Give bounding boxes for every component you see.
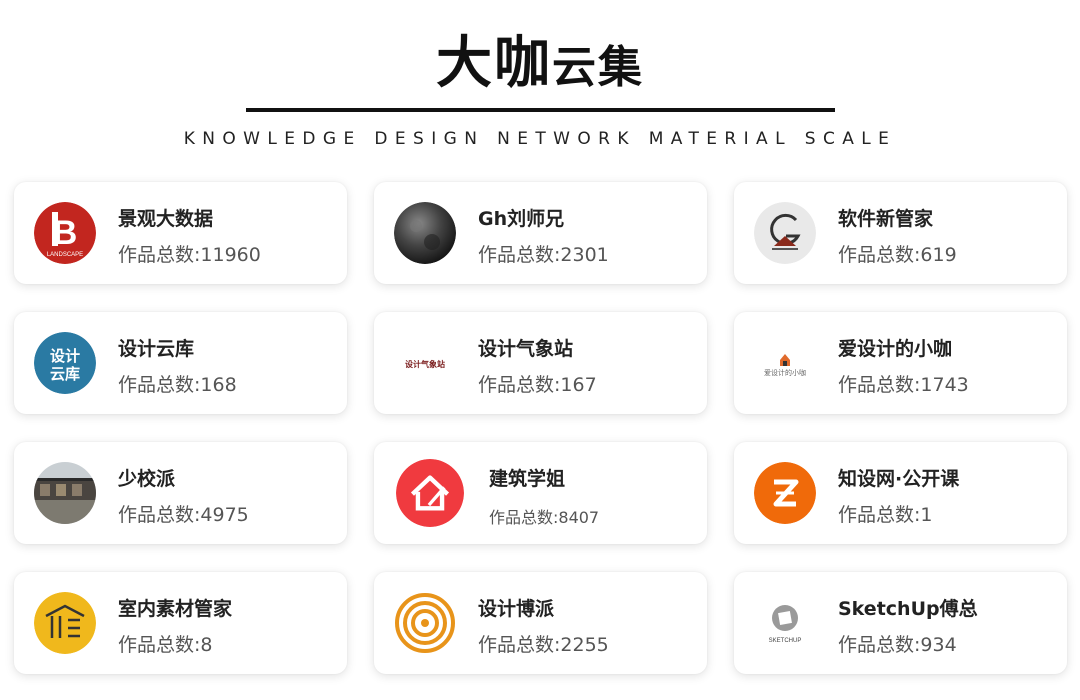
creator-name: 设计博派 — [478, 598, 555, 620]
creator-card[interactable]: 爱设计的小咖 爱设计的小咖 作品总数:1743 — [734, 312, 1067, 414]
creator-card[interactable]: 建筑学姐 作品总数:8407 — [374, 442, 707, 544]
creator-count: 作品总数:8 — [118, 634, 213, 656]
creator-card[interactable]: 设计气象站 设计气象站 作品总数:167 — [374, 312, 707, 414]
page-title: 大咖云集 — [0, 18, 1080, 99]
creator-count: 作品总数:2301 — [478, 244, 609, 266]
svg-text:SKETCHUP: SKETCHUP — [769, 638, 802, 644]
creator-count: 作品总数:934 — [838, 634, 957, 656]
creator-card[interactable]: SKETCHUP SketchUp傅总 作品总数:934 — [734, 572, 1067, 674]
creator-card[interactable]: 室内素材管家 作品总数:8 — [14, 572, 347, 674]
building-photo-logo-icon — [34, 462, 96, 524]
page-subtitle: KNOWLEDGE DESIGN NETWORK MATERIAL SCALE — [183, 129, 897, 149]
svg-text:云库: 云库 — [50, 365, 80, 383]
title-main: 大咖 — [436, 31, 552, 96]
creator-card[interactable]: 软件新管家 作品总数:619 — [734, 182, 1067, 284]
creator-count: 作品总数:11960 — [118, 244, 261, 266]
creator-name: 景观大数据 — [118, 208, 214, 230]
creator-count: 作品总数:2255 — [478, 634, 609, 656]
creator-count: 作品总数:4975 — [118, 504, 249, 526]
text-logo-icon: 设计气象站 — [394, 332, 456, 394]
creator-count: 作品总数:619 — [838, 244, 957, 266]
creator-name: 知设网·公开课 — [838, 468, 960, 490]
dark-texture-logo-icon — [394, 202, 456, 264]
creator-card[interactable]: 设计博派 作品总数:2255 — [374, 572, 707, 674]
creator-count: 作品总数:168 — [118, 374, 237, 396]
svg-text:设计: 设计 — [50, 347, 80, 365]
title-secondary: 云集 — [552, 42, 644, 93]
svg-text:爱设计的小咖: 爱设计的小咖 — [764, 368, 806, 377]
creator-name: 建筑学姐 — [489, 468, 566, 490]
creator-card[interactable]: Gh刘师兄 作品总数:2301 — [374, 182, 707, 284]
title-divider — [246, 108, 835, 112]
landscape-b-logo-icon: B LANDSCAPE — [34, 202, 96, 264]
sketchup-logo-icon: SKETCHUP — [754, 592, 816, 654]
creator-grid: B LANDSCAPE 景观大数据 作品总数:11960 Gh刘师兄 作品总数:2… — [14, 182, 1074, 692]
rings-logo-icon — [394, 592, 456, 654]
creator-name: 软件新管家 — [838, 208, 934, 230]
creator-count: 作品总数:167 — [478, 374, 597, 396]
creator-name: 设计气象站 — [478, 338, 574, 360]
creator-name: 设计云库 — [118, 338, 195, 360]
svg-text:LANDSCAPE: LANDSCAPE — [47, 252, 83, 258]
creator-name: 爱设计的小咖 — [838, 338, 953, 360]
design-cloud-logo-icon: 设计 云库 — [34, 332, 96, 394]
creator-name: SketchUp傅总 — [838, 598, 978, 620]
small-house-logo-icon: 爱设计的小咖 — [754, 332, 816, 394]
creator-card[interactable]: 知设网·公开课 作品总数:1 — [734, 442, 1067, 544]
creator-name: Gh刘师兄 — [478, 208, 565, 230]
creator-card[interactable]: 少校派 作品总数:4975 — [14, 442, 347, 544]
creator-card[interactable]: 设计 云库 设计云库 作品总数:168 — [14, 312, 347, 414]
red-house-logo-icon — [396, 459, 464, 527]
creator-name: 少校派 — [118, 468, 176, 490]
creator-count: 作品总数:1 — [838, 504, 933, 526]
z-logo-icon — [754, 462, 816, 524]
g-house-logo-icon — [754, 202, 816, 264]
creator-count: 作品总数:1743 — [838, 374, 969, 396]
svg-text:设计气象站: 设计气象站 — [405, 359, 445, 369]
creator-name: 室内素材管家 — [118, 598, 233, 620]
creator-card[interactable]: B LANDSCAPE 景观大数据 作品总数:11960 — [14, 182, 347, 284]
creator-count: 作品总数:8407 — [489, 508, 600, 527]
roof-logo-icon — [34, 592, 96, 654]
